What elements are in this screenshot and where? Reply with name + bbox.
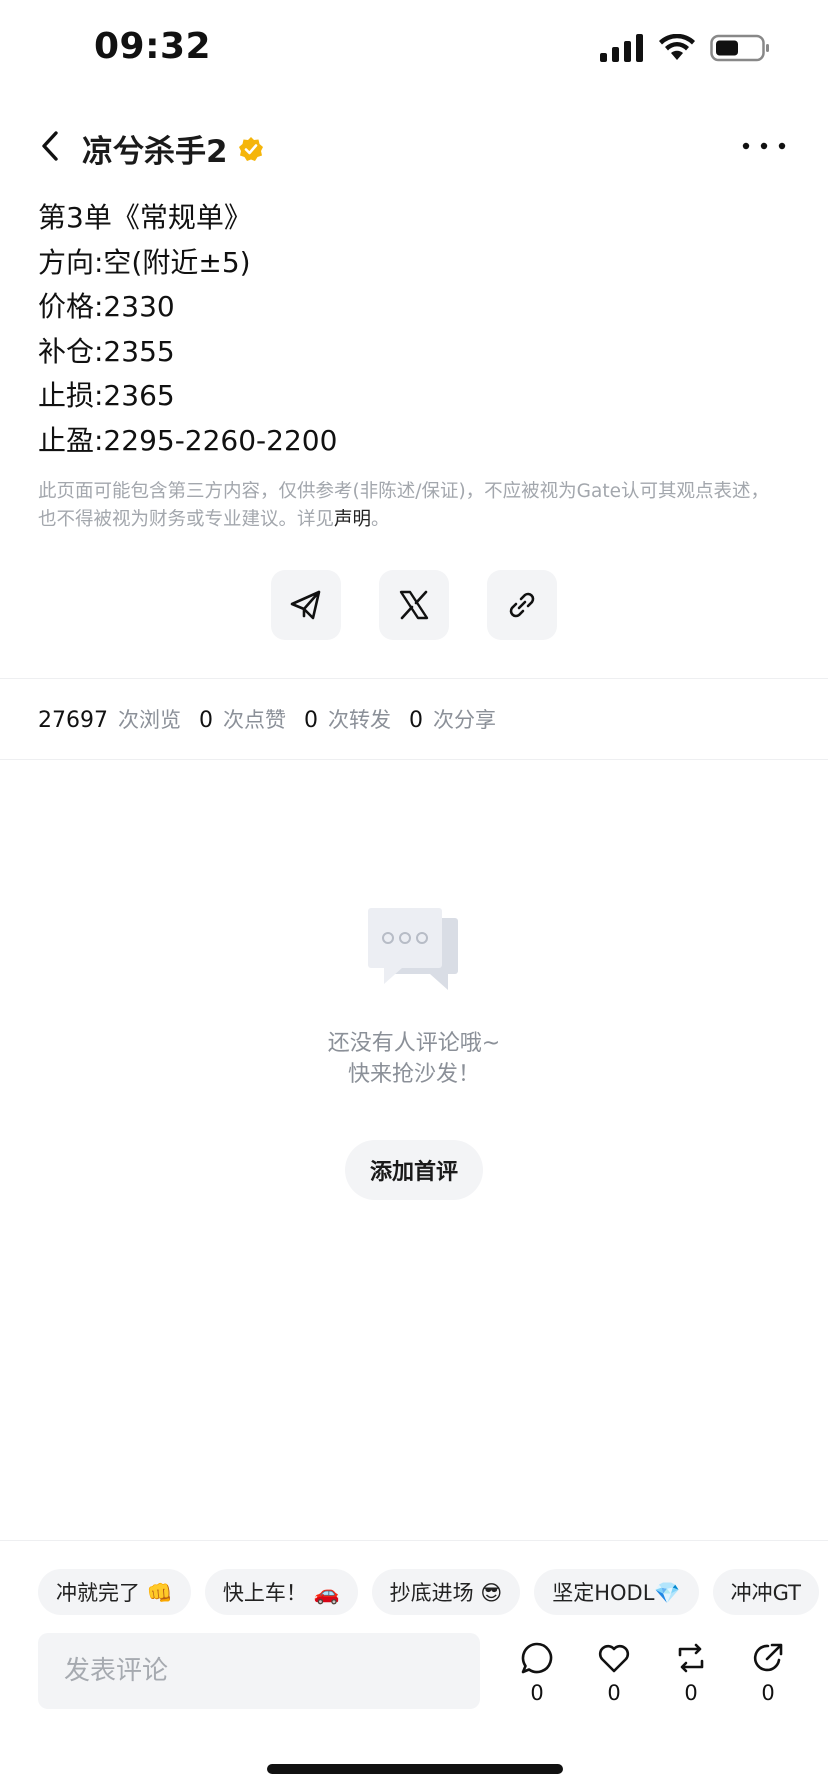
author-name-row[interactable]: 凉兮杀手2 [82, 126, 264, 171]
share-icon [753, 1643, 783, 1672]
post-content: 第3单《常规单》 方向:空(附近±5) 价格:2330 补仓:2355 止损:2… [38, 196, 798, 463]
views-count: 27697 [38, 708, 108, 733]
quick-reply-chip[interactable]: 冲冲GT [712, 1569, 819, 1615]
status-icons [600, 34, 770, 62]
status-bar: 09:32 [0, 0, 828, 100]
views-label: 次浏览 [118, 708, 181, 732]
signal-icon [600, 34, 643, 62]
likes-label: 次点赞 [223, 708, 286, 732]
heart-icon [598, 1644, 630, 1673]
share-telegram-button[interactable] [271, 570, 341, 640]
repost-action[interactable]: 0 [666, 1641, 716, 1705]
empty-line-1: 还没有人评论哦~ [327, 1031, 501, 1056]
disclaimer-suffix: 。 [371, 509, 390, 530]
quick-reply-chip[interactable]: 冲就完了 👊 [38, 1569, 191, 1615]
share-x-button[interactable] [379, 570, 449, 640]
comment-icon [521, 1642, 553, 1674]
verified-icon [238, 136, 263, 161]
back-icon[interactable] [36, 128, 66, 164]
share-link-button[interactable] [487, 570, 557, 640]
post-line: 价格:2330 [38, 290, 175, 323]
empty-line-2: 快来抢沙发！ [347, 1062, 480, 1087]
repost-count: 0 [684, 1681, 698, 1705]
share-action[interactable]: 0 [743, 1641, 793, 1705]
likes-count: 0 [199, 708, 213, 733]
add-first-comment-button[interactable]: 添加首评 [345, 1140, 483, 1200]
like-action[interactable]: 0 [589, 1641, 639, 1705]
share-row [0, 570, 828, 640]
post-line: 方向:空(附近±5) [38, 245, 251, 279]
post-line: 补仓:2355 [38, 334, 175, 368]
post-line: 止损:2365 [38, 379, 175, 412]
bottom-bar: 冲就完了 👊 快上车！ 🚗 抄底进场 😎 坚定HODL💎 冲冲GT 0 0 0 0 [0, 1540, 828, 1792]
like-count: 0 [607, 1681, 621, 1705]
reposts-count: 0 [304, 708, 318, 733]
empty-comments-text: 还没有人评论哦~ 快来抢沙发！ [0, 1028, 828, 1090]
wifi-icon [659, 34, 695, 60]
comment-count: 0 [530, 1681, 544, 1705]
more-icon[interactable] [740, 128, 788, 164]
link-icon [509, 592, 535, 618]
post-line: 止盈:2295-2260-2200 [38, 423, 338, 457]
share-count: 0 [761, 1681, 775, 1705]
divider [0, 678, 828, 679]
shares-count: 0 [409, 708, 423, 733]
statement-link[interactable]: 声明 [334, 509, 371, 530]
reposts-label: 次转发 [328, 708, 391, 732]
shares-label: 次分享 [433, 708, 496, 732]
disclaimer-text: 此页面可能包含第三方内容，仅供参考(非陈述/保证)，不应被视为Gate认可其观点… [38, 481, 769, 530]
quick-reply-chip[interactable]: 快上车！ 🚗 [204, 1569, 358, 1615]
post-header: 凉兮杀手2 [0, 118, 828, 174]
divider [0, 759, 828, 760]
x-icon [399, 590, 429, 620]
battery-icon [710, 34, 769, 62]
author-name[interactable]: 凉兮杀手2 [82, 126, 228, 171]
comment-action[interactable]: 0 [512, 1641, 562, 1705]
disclaimer: 此页面可能包含第三方内容，仅供参考(非陈述/保证)，不应被视为Gate认可其观点… [38, 478, 778, 534]
post-stats: 27697 次浏览 0 次点赞 0 次转发 0 次分享 [38, 704, 514, 734]
status-time: 09:32 [94, 26, 212, 67]
quick-reply-chips: 冲就完了 👊 快上车！ 🚗 抄底进场 😎 坚定HODL💎 冲冲GT [38, 1569, 828, 1615]
empty-comments-icon [368, 908, 458, 990]
quick-reply-chip[interactable]: 坚定HODL💎 [534, 1569, 699, 1615]
home-indicator [267, 1764, 563, 1774]
post-line: 第3单《常规单》 [38, 201, 252, 234]
repost-icon [678, 1643, 704, 1673]
comment-input[interactable] [38, 1633, 480, 1709]
telegram-icon [290, 590, 321, 620]
quick-reply-chip[interactable]: 抄底进场 😎 [371, 1569, 521, 1615]
